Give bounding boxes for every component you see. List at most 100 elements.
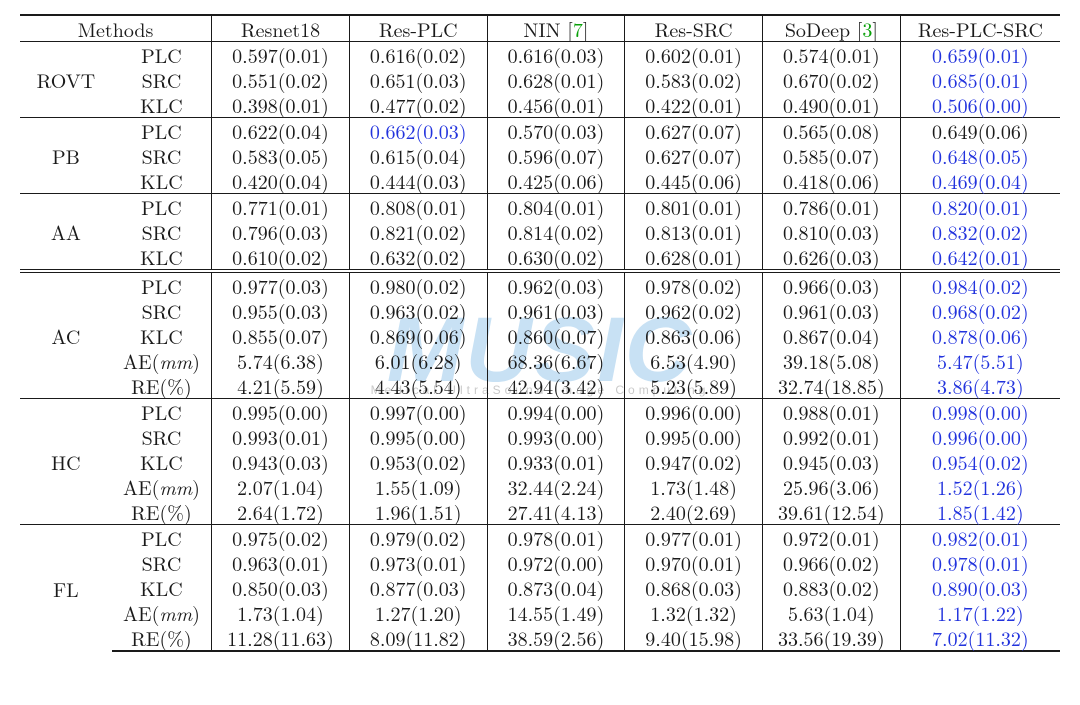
data-cell: 0.860(0.07)	[487, 323, 625, 348]
data-cell: 0.477(0.02)	[349, 92, 487, 118]
data-cell: 0.583(0.02)	[625, 67, 763, 92]
data-cell: 38.59(2.56)	[487, 625, 625, 651]
data-cell: 0.883(0.02)	[762, 575, 900, 600]
data-cell: 0.962(0.02)	[625, 298, 763, 323]
data-cell: 0.420(0.04)	[212, 168, 350, 194]
data-cell: 0.832(0.02)	[900, 219, 1060, 244]
table-row: SRC0.955(0.03)0.963(0.02)0.961(0.03)0.96…	[20, 298, 1060, 323]
group-hc: HC	[20, 399, 112, 525]
data-cell: 0.570(0.03)	[487, 118, 625, 144]
results-table: Methods Resnet18 Res-PLC NIN [7] Res-SRC…	[20, 14, 1060, 652]
data-cell: 0.963(0.02)	[349, 298, 487, 323]
data-cell: 0.659(0.01)	[900, 42, 1060, 68]
data-cell: 0.632(0.02)	[349, 244, 487, 270]
data-cell: 0.873(0.04)	[487, 575, 625, 600]
data-cell: 1.85(1.42)	[900, 499, 1060, 525]
data-cell: 0.627(0.07)	[625, 143, 763, 168]
col-nin: NIN [7]	[487, 15, 625, 42]
data-cell: 0.982(0.01)	[900, 525, 1060, 551]
data-cell: 0.953(0.02)	[349, 449, 487, 474]
data-cell: 0.628(0.01)	[625, 244, 763, 270]
data-cell: 1.27(1.20)	[349, 600, 487, 625]
data-cell: 0.962(0.03)	[487, 273, 625, 298]
citation-7: 7	[573, 14, 583, 43]
data-cell: 0.988(0.01)	[762, 399, 900, 425]
data-cell: 0.786(0.01)	[762, 194, 900, 220]
data-cell: 0.868(0.03)	[625, 575, 763, 600]
data-cell: 0.878(0.06)	[900, 323, 1060, 348]
data-cell: 0.616(0.03)	[487, 42, 625, 68]
metric-label: PLC	[112, 399, 212, 425]
data-cell: 0.628(0.01)	[487, 67, 625, 92]
data-cell: 1.96(1.51)	[349, 499, 487, 525]
data-cell: 2.40(2.69)	[625, 499, 763, 525]
table-row: SRC0.963(0.01)0.973(0.01)0.972(0.00)0.97…	[20, 550, 1060, 575]
citation-3: 3	[862, 14, 872, 43]
data-cell: 0.978(0.01)	[487, 525, 625, 551]
table-row: SRC0.796(0.03)0.821(0.02)0.814(0.02)0.81…	[20, 219, 1060, 244]
data-cell: 0.996(0.00)	[625, 399, 763, 425]
data-cell: 0.943(0.03)	[212, 449, 350, 474]
data-cell: 0.978(0.02)	[625, 273, 763, 298]
data-cell: 3.86(4.73)	[900, 373, 1060, 399]
data-cell: 0.615(0.04)	[349, 143, 487, 168]
data-cell: 32.74(18.85)	[762, 373, 900, 399]
data-cell: 5.47(5.51)	[900, 348, 1060, 373]
data-cell: 33.56(19.39)	[762, 625, 900, 651]
table-row: KLC0.943(0.03)0.953(0.02)0.933(0.01)0.94…	[20, 449, 1060, 474]
metric-label: SRC	[112, 143, 212, 168]
table-row: HCPLC0.995(0.00)0.997(0.00)0.994(0.00)0.…	[20, 399, 1060, 425]
data-cell: 27.41(4.13)	[487, 499, 625, 525]
data-cell: 4.21(5.59)	[212, 373, 350, 399]
data-cell: 0.869(0.06)	[349, 323, 487, 348]
data-cell: 32.44(2.24)	[487, 474, 625, 499]
table-row: SRC0.993(0.01)0.995(0.00)0.993(0.00)0.99…	[20, 424, 1060, 449]
data-cell: 0.994(0.00)	[487, 399, 625, 425]
data-cell: 42.94(3.42)	[487, 373, 625, 399]
data-cell: 0.398(0.01)	[212, 92, 350, 118]
metric-label: RE(%)	[112, 625, 212, 651]
metric-label: KLC	[112, 575, 212, 600]
table-row: FLPLC0.975(0.02)0.979(0.02)0.978(0.01)0.…	[20, 525, 1060, 551]
data-cell: 0.890(0.03)	[900, 575, 1060, 600]
data-cell: 2.64(1.72)	[212, 499, 350, 525]
data-cell: 0.966(0.02)	[762, 550, 900, 575]
data-cell: 0.947(0.02)	[625, 449, 763, 474]
group-ac: AC	[20, 273, 112, 399]
group-pb: PB	[20, 118, 112, 194]
metric-label: PLC	[112, 118, 212, 144]
data-cell: 0.583(0.05)	[212, 143, 350, 168]
data-cell: 25.96(3.06)	[762, 474, 900, 499]
data-cell: 7.02(11.32)	[900, 625, 1060, 651]
data-cell: 0.565(0.08)	[762, 118, 900, 144]
data-cell: 0.670(0.02)	[762, 67, 900, 92]
data-cell: 0.630(0.02)	[487, 244, 625, 270]
data-cell: 0.490(0.01)	[762, 92, 900, 118]
data-cell: 1.52(1.26)	[900, 474, 1060, 499]
data-cell: 0.820(0.01)	[900, 194, 1060, 220]
data-cell: 0.418(0.06)	[762, 168, 900, 194]
metric-label: PLC	[112, 273, 212, 298]
data-cell: 0.977(0.03)	[212, 273, 350, 298]
data-cell: 8.09(11.82)	[349, 625, 487, 651]
col-resplc: Res-PLC	[349, 15, 487, 42]
data-cell: 0.597(0.01)	[212, 42, 350, 68]
table-row: SRC0.583(0.05)0.615(0.04)0.596(0.07)0.62…	[20, 143, 1060, 168]
metric-label: PLC	[112, 194, 212, 220]
data-cell: 0.422(0.01)	[625, 92, 763, 118]
data-cell: 0.992(0.01)	[762, 424, 900, 449]
metric-label: KLC	[112, 323, 212, 348]
data-cell: 4.43(5.54)	[349, 373, 487, 399]
data-cell: 0.585(0.07)	[762, 143, 900, 168]
metric-label: KLC	[112, 168, 212, 194]
data-cell: 0.821(0.02)	[349, 219, 487, 244]
data-cell: 0.627(0.07)	[625, 118, 763, 144]
data-cell: 1.73(1.48)	[625, 474, 763, 499]
data-cell: 6.53(4.90)	[625, 348, 763, 373]
data-cell: 0.933(0.01)	[487, 449, 625, 474]
table-row: PBPLC0.622(0.04)0.662(0.03)0.570(0.03)0.…	[20, 118, 1060, 144]
col-resplcsrc: Res-PLC-SRC	[900, 15, 1060, 42]
metric-label: AE(mm)	[112, 348, 212, 373]
metric-label: AE(mm)	[112, 600, 212, 625]
table-row: KLC0.850(0.03)0.877(0.03)0.873(0.04)0.86…	[20, 575, 1060, 600]
